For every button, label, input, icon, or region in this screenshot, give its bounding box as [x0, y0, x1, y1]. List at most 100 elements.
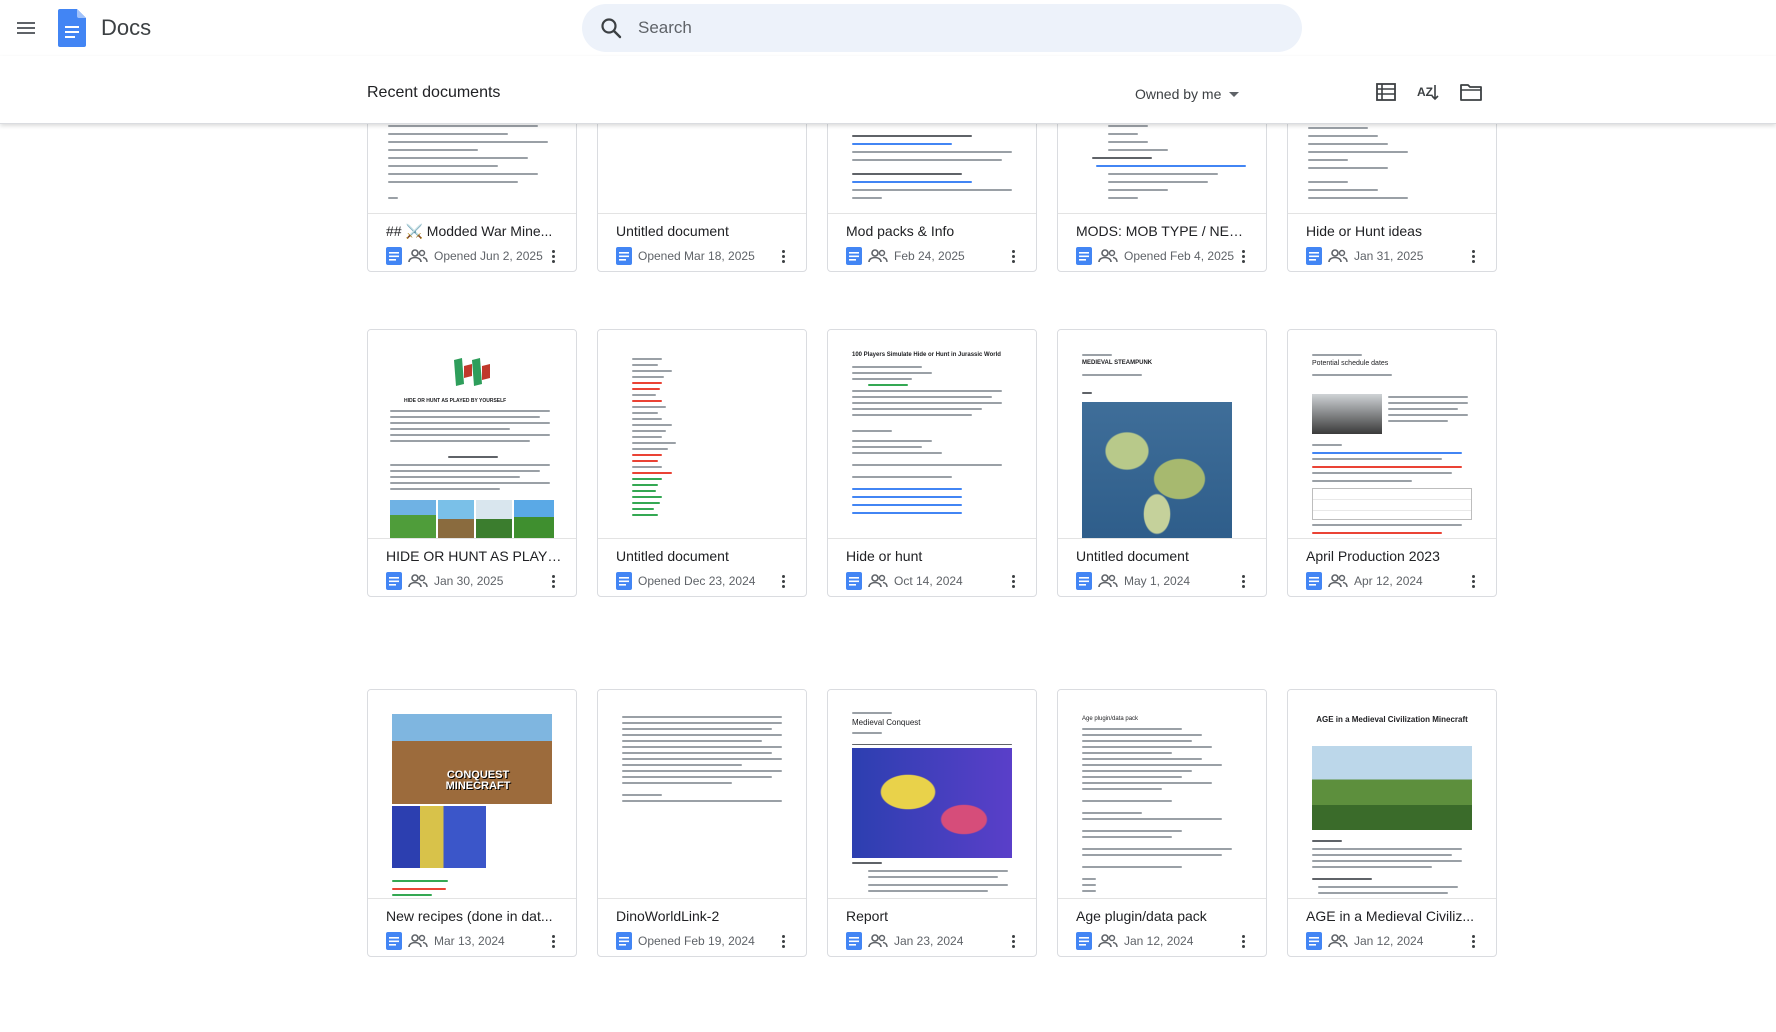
thumbnail-heading: MEDIEVAL STEAMPUNK — [1082, 360, 1153, 366]
doc-file-icon — [616, 572, 632, 590]
hide-or-hunt-logo-icon — [454, 358, 490, 386]
document-card[interactable]: AGE in a Medieval Civilization Minecraft… — [1287, 689, 1497, 957]
document-date: Opened Feb 19, 2024 — [638, 934, 755, 948]
document-date: Opened Feb 4, 2025 — [1124, 249, 1235, 263]
owner-filter-label: Owned by me — [1135, 86, 1222, 102]
document-card[interactable]: Untitled document Opened Dec 23, 2024 — [597, 329, 807, 597]
sort-button[interactable]: AZ — [1410, 74, 1446, 110]
document-date: Oct 14, 2024 — [894, 574, 963, 588]
document-thumbnail: MEDIEVAL STEAMPUNK — [1058, 330, 1266, 539]
shared-people-icon — [868, 934, 888, 948]
more-options-button[interactable] — [542, 245, 564, 267]
document-card[interactable]: Potential schedule dates April Productio… — [1287, 329, 1497, 597]
caret-down-icon — [1229, 91, 1240, 97]
shared-people-icon — [868, 574, 888, 588]
more-options-button[interactable] — [1462, 930, 1484, 952]
document-title: Mod packs & Info — [846, 223, 955, 239]
document-date: Opened Mar 18, 2025 — [638, 249, 755, 263]
thumbnail-heading: CONQUEST MINECRAFT — [445, 769, 511, 792]
document-title: Report — [846, 908, 889, 924]
shared-people-icon — [868, 249, 888, 263]
shared-people-icon — [408, 574, 428, 588]
document-date: May 1, 2024 — [1124, 574, 1191, 588]
doc-file-icon — [616, 932, 632, 950]
document-title: ## ⚔️ Modded War Mine... — [386, 223, 553, 239]
doc-file-icon — [846, 572, 862, 590]
more-options-button[interactable] — [1232, 930, 1254, 952]
more-options-button[interactable] — [772, 570, 794, 592]
owner-filter-dropdown[interactable]: Owned by me — [1127, 76, 1247, 112]
document-thumbnail: 100 Players Simulate Hide or Hunt in Jur… — [828, 330, 1036, 539]
document-title: HIDE OR HUNT AS PLAYE... — [386, 548, 566, 564]
document-card[interactable]: DinoWorldLink-2 Opened Feb 19, 2024 — [597, 689, 807, 957]
more-options-button[interactable] — [542, 570, 564, 592]
section-title: Recent documents — [367, 84, 501, 101]
main-menu-button[interactable] — [10, 12, 42, 44]
document-title: Untitled document — [1076, 548, 1189, 564]
shared-people-icon — [1098, 574, 1118, 588]
search-icon[interactable] — [600, 17, 622, 39]
document-card[interactable]: Age plugin/data pack Age plugin/data pac… — [1057, 689, 1267, 957]
document-date: Jan 31, 2025 — [1354, 249, 1424, 263]
more-options-button[interactable] — [1002, 930, 1024, 952]
document-date: Opened Dec 23, 2024 — [638, 574, 756, 588]
more-options-button[interactable] — [1462, 245, 1484, 267]
document-thumbnail: HIDE OR HUNT AS PLAYED BY YOURSELF — [368, 330, 576, 539]
document-date: Feb 24, 2025 — [894, 249, 965, 263]
document-card[interactable]: Medieval Conquest Report Jan 23, 2024 — [827, 689, 1037, 957]
document-date: Jan 12, 2024 — [1124, 934, 1194, 948]
open-file-picker-button[interactable] — [1453, 74, 1489, 110]
document-title: Hide or Hunt ideas — [1306, 223, 1422, 239]
more-options-button[interactable] — [1462, 570, 1484, 592]
more-options-button[interactable] — [1232, 245, 1254, 267]
more-options-button[interactable] — [1002, 570, 1024, 592]
document-thumbnail — [598, 690, 806, 899]
shared-people-icon — [408, 934, 428, 948]
more-options-button[interactable] — [542, 930, 564, 952]
doc-file-icon — [386, 572, 402, 590]
document-title: Hide or hunt — [846, 548, 923, 564]
thumbnail-heading: Age plugin/data pack — [1082, 716, 1139, 722]
document-card[interactable]: HIDE OR HUNT AS PLAYED BY YOURSELF HIDE … — [367, 329, 577, 597]
document-thumbnail: Age plugin/data pack — [1058, 690, 1266, 899]
more-options-button[interactable] — [772, 245, 794, 267]
doc-file-icon — [1306, 247, 1322, 265]
document-date: Jan 30, 2025 — [434, 574, 504, 588]
shared-people-icon — [408, 249, 428, 263]
thumbnail-heading: HIDE OR HUNT AS PLAYED BY YOURSELF — [404, 398, 507, 404]
shared-people-icon — [1328, 249, 1348, 263]
more-options-button[interactable] — [1232, 570, 1254, 592]
thumbnail-heading: 100 Players Simulate Hide or Hunt in Jur… — [852, 352, 1001, 358]
more-options-button[interactable] — [772, 930, 794, 952]
document-card[interactable]: 100 Players Simulate Hide or Hunt in Jur… — [827, 329, 1037, 597]
more-options-button[interactable] — [1002, 245, 1024, 267]
documents-toolbar: Recent documents Owned by me AZ — [0, 56, 1776, 124]
document-title: Untitled document — [616, 548, 729, 564]
doc-file-icon — [1076, 932, 1092, 950]
document-thumbnail: AGE in a Medieval Civilization Minecraft — [1288, 690, 1496, 899]
app-title[interactable]: Docs — [101, 15, 151, 41]
sort-az-icon: AZ — [1417, 85, 1439, 101]
search-input[interactable] — [638, 4, 1278, 52]
docs-logo-icon[interactable] — [58, 9, 86, 47]
doc-file-icon — [846, 247, 862, 265]
shared-people-icon — [1328, 574, 1348, 588]
document-date: Jan 23, 2024 — [894, 934, 964, 948]
shared-people-icon — [1098, 934, 1118, 948]
list-view-button[interactable] — [1368, 74, 1404, 110]
document-title: Age plugin/data pack — [1076, 908, 1207, 924]
doc-file-icon — [1076, 572, 1092, 590]
document-title: New recipes (done in dat... — [386, 908, 553, 924]
doc-file-icon — [386, 932, 402, 950]
document-date: Opened Jun 2, 2025 — [434, 249, 543, 263]
document-date: Mar 13, 2024 — [434, 934, 505, 948]
document-card[interactable]: MEDIEVAL STEAMPUNK Untitled document May… — [1057, 329, 1267, 597]
doc-file-icon — [616, 247, 632, 265]
document-card[interactable]: CONQUEST MINECRAFT New recipes (done in … — [367, 689, 577, 957]
document-title: DinoWorldLink-2 — [616, 908, 720, 924]
document-date: Jan 12, 2024 — [1354, 934, 1424, 948]
document-thumbnail: CONQUEST MINECRAFT — [368, 690, 576, 899]
document-thumbnail: Potential schedule dates — [1288, 330, 1496, 539]
document-title: Untitled document — [616, 223, 729, 239]
search-bar[interactable] — [582, 4, 1302, 52]
